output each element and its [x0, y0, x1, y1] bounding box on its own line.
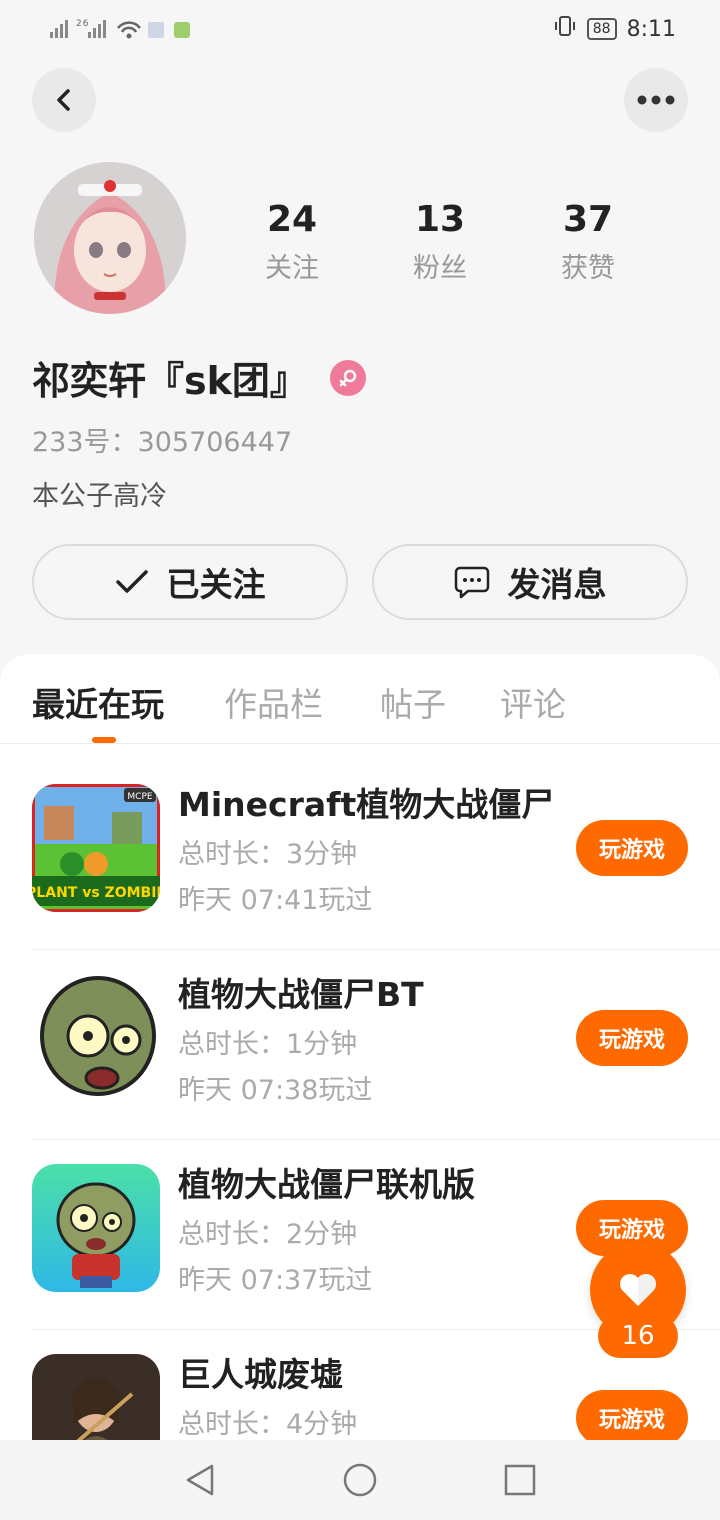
tab-recent-play[interactable]: 最近在玩	[32, 678, 164, 726]
tab-works[interactable]: 作品栏	[224, 678, 323, 726]
nav-recents-icon[interactable]	[500, 1460, 540, 1504]
game-title: 巨人城废墟	[178, 1355, 343, 1394]
stat-value: 37	[562, 199, 614, 240]
stat-label: 粉丝	[413, 253, 467, 284]
game-title: Minecraft植物大战僵尸	[178, 785, 555, 824]
game-last-played: 昨天 07:38玩过	[178, 1075, 373, 1106]
play-button[interactable]: 玩游戏	[576, 1010, 688, 1066]
check-icon	[115, 570, 148, 593]
game-last-played: 昨天 07:41玩过	[178, 885, 373, 916]
follow-label: 已关注	[166, 565, 266, 604]
stat-value: 24	[266, 199, 318, 240]
follow-button[interactable]: 已关注	[32, 544, 348, 620]
chevron-left-icon	[57, 89, 70, 111]
profile-name-row: 祁奕轩『sk团』	[32, 350, 366, 405]
battery-indicator: 88	[586, 18, 617, 40]
signal-icon: 26	[46, 16, 196, 46]
svg-text:MCPE: MCPE	[127, 792, 152, 802]
stat-likes[interactable]: 37 获赞	[528, 198, 648, 285]
status-bar: 26 88 8:11	[0, 0, 720, 56]
stat-value: 13	[414, 199, 466, 240]
play-button[interactable]: 玩游戏	[576, 1390, 688, 1440]
svg-text:PLANT vs ZOMBIE: PLANT vs ZOMBIE	[32, 885, 160, 901]
game-icon	[32, 974, 160, 1102]
game-duration: 总时长：2分钟	[178, 1219, 358, 1250]
game-title: 植物大战僵尸联机版	[178, 1165, 475, 1204]
game-icon: PLANT vs ZOMBIE MCPE	[32, 784, 160, 912]
female-icon	[329, 359, 366, 396]
nav-home-icon[interactable]	[340, 1460, 380, 1504]
game-title: 植物大战僵尸BT	[178, 975, 424, 1014]
stat-label: 关注	[265, 253, 319, 284]
profile-name: 祁奕轩『sk团』	[32, 359, 308, 403]
tab-posts[interactable]: 帖子	[380, 678, 446, 726]
stat-fans[interactable]: 13 粉丝	[380, 198, 500, 285]
game-icon	[32, 1354, 160, 1440]
heart-icon	[620, 1274, 656, 1306]
status-right: 88 8:11	[553, 14, 676, 44]
like-count: 16	[598, 1314, 678, 1358]
message-label: 发消息	[507, 565, 607, 604]
more-button[interactable]	[624, 68, 688, 132]
game-duration: 总时长：1分钟	[178, 1029, 358, 1060]
tab-comments[interactable]: 评论	[500, 678, 566, 726]
stat-following[interactable]: 24 关注	[232, 198, 352, 285]
game-row[interactable]: 植物大战僵尸BT 总时长：1分钟 昨天 07:38玩过 玩游戏	[0, 950, 720, 1140]
nav-back-icon[interactable]	[180, 1460, 220, 1504]
game-duration: 总时长：4分钟	[178, 1409, 358, 1440]
user-id: 233号：305706447	[32, 427, 293, 458]
stat-label: 获赞	[561, 253, 615, 284]
svg-text:26: 26	[76, 19, 89, 29]
system-nav-bar	[0, 1440, 720, 1520]
game-last-played: 昨天 07:37玩过	[178, 1265, 373, 1296]
game-row[interactable]: PLANT vs ZOMBIE MCPE Minecraft植物大战僵尸 总时长…	[0, 760, 720, 950]
play-button[interactable]: 玩游戏	[576, 820, 688, 876]
avatar[interactable]	[34, 162, 186, 314]
user-bio: 本公子高冷	[32, 481, 167, 512]
chat-bubble-icon	[454, 566, 489, 599]
game-icon	[32, 1164, 160, 1292]
message-button[interactable]: 发消息	[372, 544, 688, 620]
tab-divider	[0, 743, 720, 744]
game-duration: 总时长：3分钟	[178, 839, 358, 870]
back-button[interactable]	[32, 68, 96, 132]
status-time: 8:11	[626, 16, 676, 42]
vibrate-icon	[553, 14, 577, 44]
more-horizontal-icon	[637, 95, 675, 105]
